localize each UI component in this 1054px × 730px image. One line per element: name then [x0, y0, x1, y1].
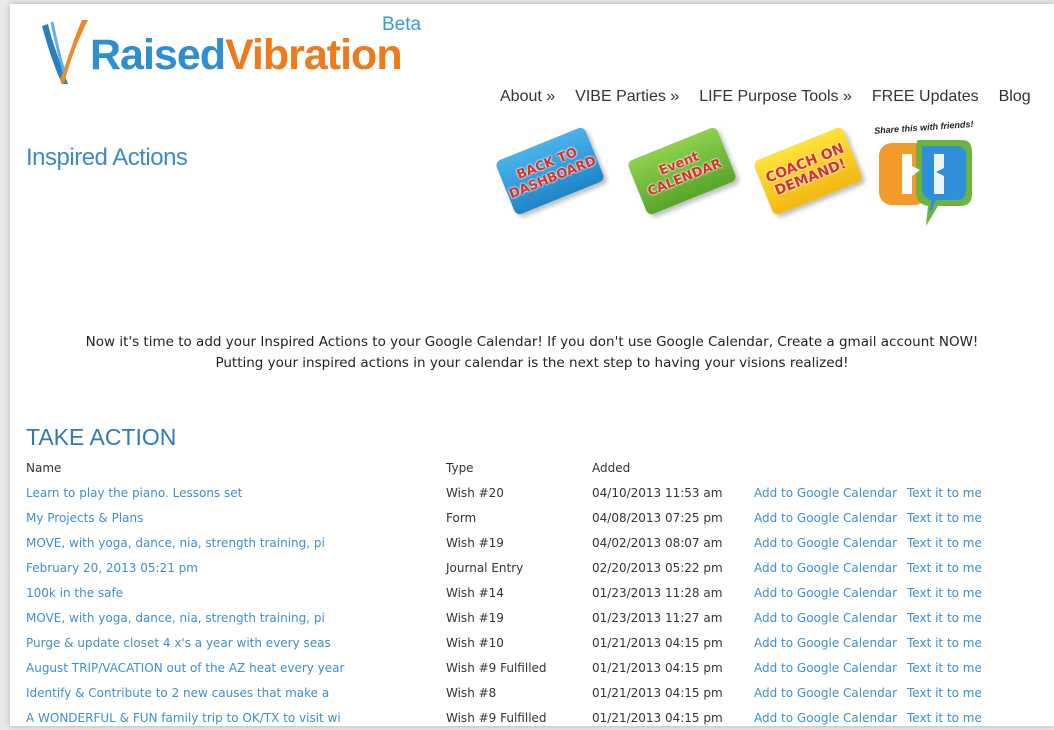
row-type: Wish #14: [446, 585, 504, 600]
row-added: 01/21/2013 04:15 pm: [592, 660, 723, 675]
nav-blog[interactable]: Blog: [999, 88, 1031, 112]
add-to-google-calendar-link[interactable]: Add to Google Calendar: [754, 505, 907, 530]
add-to-google-calendar-link[interactable]: Add to Google Calendar: [754, 680, 907, 705]
row-name-link[interactable]: MOVE, with yoga, dance, nia, strength tr…: [26, 530, 446, 555]
page-card: RaisedVibration Beta About » VIBE Partie…: [10, 4, 1054, 726]
table-row: Identify & Contribute to 2 new causes th…: [26, 680, 1007, 705]
row-added: 01/21/2013 04:15 pm: [592, 710, 723, 725]
nav-life-purpose-tools[interactable]: LIFE Purpose Tools »: [699, 88, 852, 112]
nav-free-updates[interactable]: FREE Updates: [872, 88, 979, 112]
table-row: MOVE, with yoga, dance, nia, strength tr…: [26, 605, 1007, 630]
row-added: 04/02/2013 08:07 am: [592, 535, 723, 550]
main-nav: About » VIBE Parties » LIFE Purpose Tool…: [500, 88, 1031, 112]
page-title: Inspired Actions: [26, 144, 188, 171]
table-row: February 20, 2013 05:21 pm Journal Entry…: [26, 555, 1007, 580]
header-added: Added: [592, 461, 631, 475]
text-it-to-me-link[interactable]: Text it to me: [907, 530, 1007, 555]
row-added: 01/21/2013 04:15 pm: [592, 635, 723, 650]
row-type: Journal Entry: [446, 560, 524, 575]
logo-vibration-text: Vibration: [225, 31, 403, 79]
table-row: My Projects & Plans Form 04/08/2013 07:2…: [26, 505, 1007, 530]
logo-v-icon: [42, 20, 88, 84]
row-type: Wish #19: [446, 535, 504, 550]
dashboard-badge: BACK TO DASHBOARD: [494, 126, 606, 216]
table-row: 100k in the safe Wish #14 01/23/2013 11:…: [26, 580, 1007, 605]
text-it-to-me-link[interactable]: Text it to me: [907, 555, 1007, 580]
add-to-google-calendar-link[interactable]: Add to Google Calendar: [754, 630, 907, 655]
coach-badge: COACH ON DEMAND!: [752, 126, 864, 216]
event-calendar-button[interactable]: Event CALENDAR: [622, 126, 742, 216]
add-to-google-calendar-link[interactable]: Add to Google Calendar: [754, 655, 907, 680]
table-header-row: Name Type Added: [26, 456, 1007, 480]
row-name-link[interactable]: A WONDERFUL & FUN family trip to OK/TX t…: [26, 705, 446, 730]
intro-line1: Now it's time to add your Inspired Actio…: [85, 334, 979, 350]
row-type: Wish #10: [446, 635, 504, 650]
row-added: 02/20/2013 05:22 pm: [592, 560, 723, 575]
nav-about[interactable]: About »: [500, 88, 555, 112]
add-to-google-calendar-link[interactable]: Add to Google Calendar: [754, 705, 907, 730]
row-added: 01/23/2013 11:27 am: [592, 610, 723, 625]
calendar-badge: Event CALENDAR: [626, 126, 738, 216]
text-it-to-me-link[interactable]: Text it to me: [907, 480, 1007, 505]
add-to-google-calendar-link[interactable]: Add to Google Calendar: [754, 530, 907, 555]
header-name: Name: [26, 461, 62, 475]
row-name-link[interactable]: My Projects & Plans: [26, 505, 446, 530]
section-title: TAKE ACTION: [26, 424, 177, 450]
text-it-to-me-link[interactable]: Text it to me: [907, 505, 1007, 530]
logo-wordmark: RaisedVibration: [90, 31, 403, 79]
add-to-google-calendar-link[interactable]: Add to Google Calendar: [754, 605, 907, 630]
text-it-to-me-link[interactable]: Text it to me: [907, 605, 1007, 630]
table-row: A WONDERFUL & FUN family trip to OK/TX t…: [26, 705, 1007, 730]
row-type: Wish #9 Fulfilled: [446, 660, 547, 675]
logo-raised-text: Raised: [90, 31, 226, 79]
text-it-to-me-link[interactable]: Text it to me: [907, 705, 1007, 730]
row-type: Wish #20: [446, 485, 504, 500]
row-type: Form: [446, 510, 477, 525]
row-type: Wish #9 Fulfilled: [446, 710, 547, 725]
table-row: August TRIP/VACATION out of the AZ heat …: [26, 655, 1007, 680]
text-it-to-me-link[interactable]: Text it to me: [907, 580, 1007, 605]
intro-text: Now it's time to add your Inspired Actio…: [20, 332, 1044, 374]
row-name-link[interactable]: February 20, 2013 05:21 pm: [26, 555, 446, 580]
table-row: MOVE, with yoga, dance, nia, strength tr…: [26, 530, 1007, 555]
row-type: Wish #8: [446, 685, 497, 700]
back-to-dashboard-button[interactable]: BACK TO DASHBOARD: [490, 126, 610, 216]
header-gcal-empty: [754, 456, 907, 480]
header-text-empty: [907, 456, 1007, 480]
site-logo[interactable]: RaisedVibration Beta: [38, 14, 458, 96]
share-with-friends-button[interactable]: Share this with friends!: [872, 119, 976, 234]
actions-table: Name Type Added Learn to play the piano.…: [26, 456, 1007, 730]
row-name-link[interactable]: Learn to play the piano. Lessons set: [26, 480, 446, 505]
row-added: 04/08/2013 07:25 pm: [592, 510, 723, 525]
row-type: Wish #19: [446, 610, 504, 625]
row-name-link[interactable]: MOVE, with yoga, dance, nia, strength tr…: [26, 605, 446, 630]
text-it-to-me-link[interactable]: Text it to me: [907, 655, 1007, 680]
text-it-to-me-link[interactable]: Text it to me: [907, 630, 1007, 655]
add-to-google-calendar-link[interactable]: Add to Google Calendar: [754, 555, 907, 580]
header-type: Type: [446, 461, 474, 475]
coach-on-demand-button[interactable]: COACH ON DEMAND!: [748, 126, 868, 216]
row-name-link[interactable]: August TRIP/VACATION out of the AZ heat …: [26, 655, 446, 680]
row-name-link[interactable]: Purge & update closet 4 x's a year with …: [26, 630, 446, 655]
row-name-link[interactable]: 100k in the safe: [26, 580, 446, 605]
text-it-to-me-link[interactable]: Text it to me: [907, 680, 1007, 705]
share-faces-icon: [877, 140, 972, 226]
table-row: Purge & update closet 4 x's a year with …: [26, 630, 1007, 655]
row-added: 01/23/2013 11:28 am: [592, 585, 723, 600]
add-to-google-calendar-link[interactable]: Add to Google Calendar: [754, 580, 907, 605]
beta-label: Beta: [382, 14, 422, 35]
intro-line2: Putting your inspired actions in your ca…: [215, 355, 849, 371]
row-name-link[interactable]: Identify & Contribute to 2 new causes th…: [26, 680, 446, 705]
add-to-google-calendar-link[interactable]: Add to Google Calendar: [754, 480, 907, 505]
table-row: Learn to play the piano. Lessons set Wis…: [26, 480, 1007, 505]
nav-vibe-parties[interactable]: VIBE Parties »: [575, 88, 679, 112]
row-added: 04/10/2013 11:53 am: [592, 485, 723, 500]
row-added: 01/21/2013 04:15 pm: [592, 685, 723, 700]
